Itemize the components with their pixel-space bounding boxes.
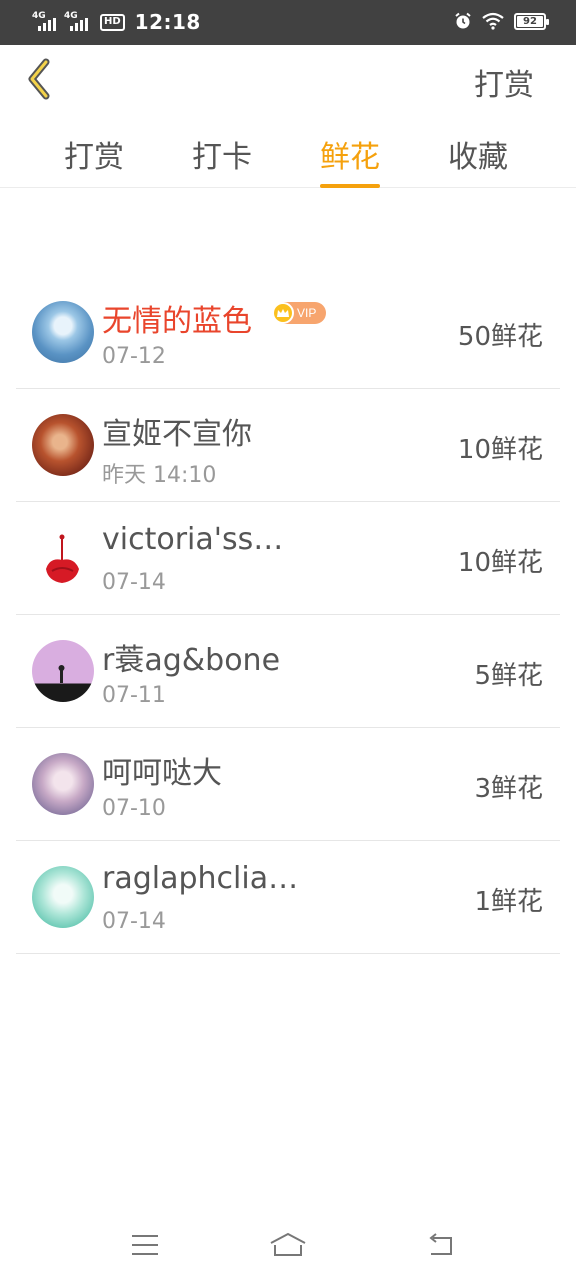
user-name[interactable]: 宣姬不宣你 — [102, 409, 252, 453]
tab-label: 打赏 — [64, 140, 124, 175]
battery-icon: 92 — [514, 12, 549, 30]
crown-icon — [272, 302, 294, 324]
signal-icon: 4G — [64, 11, 90, 33]
flower-count: 10鲜花 — [457, 435, 543, 465]
list-item[interactable]: 无情的蓝色 VIP 07-12 50鲜花 — [16, 276, 560, 389]
reward-button[interactable]: 打赏 — [474, 60, 534, 104]
return-icon — [429, 1233, 452, 1255]
flower-count: 1鲜花 — [474, 887, 543, 917]
flower-list: 无情的蓝色 VIP 07-12 50鲜花 宣姬不宣你 昨天 14:10 10鲜花… — [16, 276, 560, 954]
user-name[interactable]: 无情的蓝色 — [102, 296, 252, 340]
back-button[interactable] — [18, 56, 60, 102]
gift-date: 07-11 — [102, 683, 166, 708]
user-name[interactable]: raglaphclia… — [102, 861, 298, 896]
gift-date: 昨天 14:10 — [102, 463, 217, 488]
avatar[interactable] — [32, 301, 94, 363]
back-nav-button[interactable] — [420, 1228, 460, 1262]
list-item[interactable]: r蓑ag&bone 07-11 5鲜花 — [16, 615, 560, 728]
menu-icon — [132, 1235, 158, 1255]
gift-date: 07-14 — [102, 570, 166, 595]
signal-icon: 4G — [32, 11, 58, 33]
alarm-icon — [455, 12, 471, 29]
avatar-image — [58, 665, 65, 683]
list-item[interactable]: raglaphclia… 07-14 1鲜花 — [16, 841, 560, 954]
avatar[interactable] — [32, 414, 94, 476]
gift-date: 07-10 — [102, 796, 166, 821]
menu-button[interactable] — [125, 1228, 165, 1262]
active-tab-indicator — [320, 184, 380, 188]
status-right: 92 — [454, 12, 549, 30]
battery-level: 92 — [517, 15, 543, 27]
tab-checkin[interactable]: 打卡 — [192, 132, 252, 176]
flower-count: 50鲜花 — [457, 322, 543, 352]
tab-favorites[interactable]: 收藏 — [448, 132, 508, 176]
list-item[interactable]: 呵呵哒大 07-10 3鲜花 — [16, 728, 560, 841]
flower-count: 10鲜花 — [457, 548, 543, 578]
avatar[interactable] — [32, 753, 94, 815]
avatar-image — [46, 534, 79, 583]
tab-flowers[interactable]: 鲜花 — [320, 132, 380, 188]
user-name[interactable]: r蓑ag&bone — [102, 635, 280, 679]
tab-reward[interactable]: 打赏 — [64, 132, 124, 176]
gift-date: 07-12 — [102, 344, 166, 369]
list-item[interactable]: victoria'ss… 07-14 10鲜花 — [16, 502, 560, 615]
user-name[interactable]: 呵呵哒大 — [102, 748, 222, 792]
flower-count: 3鲜花 — [474, 774, 543, 804]
hd-voice-icon: HD — [100, 13, 125, 31]
tab-label: 收藏 — [448, 140, 508, 175]
gift-date: 07-14 — [102, 909, 166, 934]
avatar[interactable] — [32, 527, 94, 589]
home-icon — [270, 1232, 306, 1256]
home-button[interactable] — [268, 1228, 308, 1262]
status-bar: 4G 4G HD 12:18 92 — [0, 0, 576, 45]
tab-label: 鲜花 — [320, 140, 380, 175]
chevron-left-icon — [28, 58, 50, 100]
tab-bar: 打赏 打卡 鲜花 收藏 — [0, 128, 576, 188]
flower-count: 5鲜花 — [474, 661, 543, 691]
vip-badge: VIP — [272, 302, 326, 324]
tab-label: 打卡 — [192, 140, 252, 175]
vip-label: VIP — [297, 306, 317, 320]
avatar[interactable] — [32, 640, 94, 702]
wifi-icon — [482, 12, 504, 30]
system-nav-bar — [0, 1214, 576, 1280]
user-name[interactable]: victoria'ss… — [102, 522, 283, 557]
status-left: 4G 4G HD 12:18 — [32, 10, 201, 34]
list-item[interactable]: 宣姬不宣你 昨天 14:10 10鲜花 — [16, 389, 560, 502]
avatar[interactable] — [32, 866, 94, 928]
status-time: 12:18 — [134, 10, 201, 34]
